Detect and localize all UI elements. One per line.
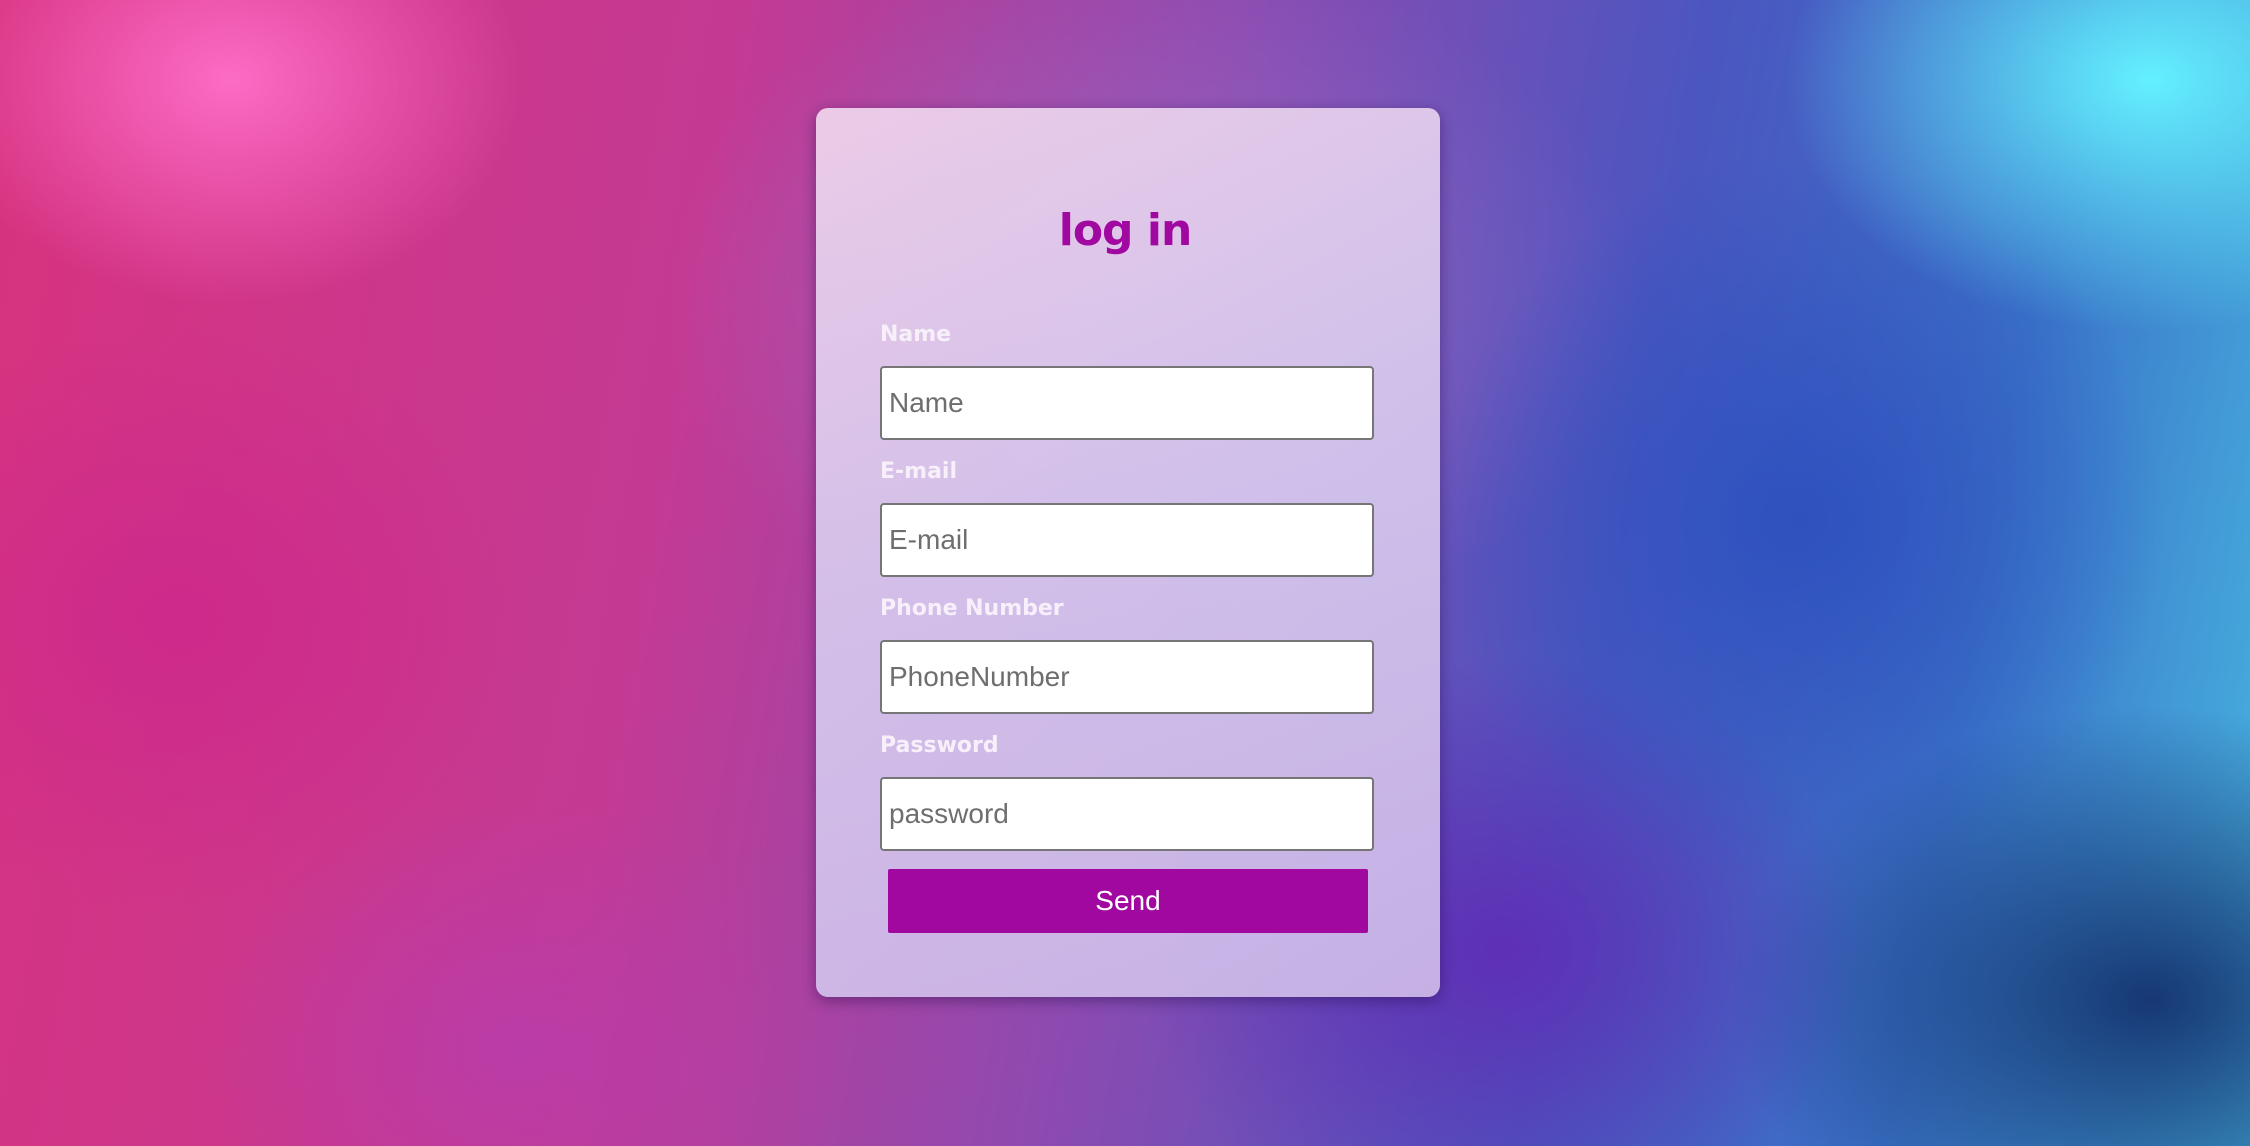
- email-input[interactable]: [880, 503, 1374, 577]
- phone-number-label: Phone Number: [880, 596, 1064, 621]
- phone-number-input[interactable]: [880, 640, 1374, 714]
- password-label: Password: [880, 733, 999, 758]
- password-input[interactable]: [880, 777, 1374, 851]
- email-label: E-mail: [880, 459, 958, 484]
- form-title: log in: [1058, 205, 1193, 256]
- send-button[interactable]: Send: [888, 869, 1368, 933]
- name-label: Name: [880, 322, 952, 347]
- name-input[interactable]: [880, 366, 1374, 440]
